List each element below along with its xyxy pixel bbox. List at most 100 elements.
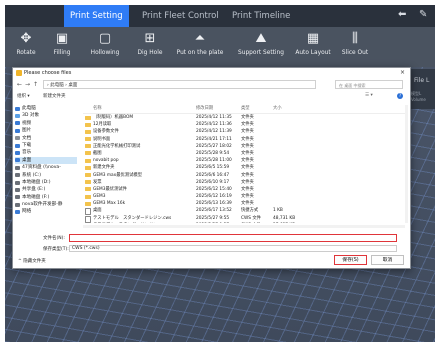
tab-print-setting[interactable]: Print Setting (64, 5, 129, 27)
column-size[interactable]: 大小 (273, 105, 282, 113)
edit-icon[interactable]: ✎ (419, 9, 427, 20)
sidebar-item[interactable]: 视频 (15, 120, 77, 127)
dig-hole-icon: ⊞ (144, 31, 156, 46)
sidebar-item[interactable]: 共享盘 (E:) (15, 186, 77, 193)
location-icon (15, 114, 20, 119)
new-folder-button[interactable]: 新建文件夹 (43, 93, 66, 99)
sidebar-item[interactable]: 桌面 (15, 156, 77, 165)
file-row[interactable]: GEM3 max最优测试模型 2025/6/6 16:47 文件夹 (83, 172, 408, 179)
search-input[interactable]: 在 桌面 中搜索 (335, 80, 403, 89)
filetype-select[interactable]: CWS (*.cws) (69, 245, 397, 252)
file-type: 文件夹 (241, 136, 254, 142)
location-icon (15, 151, 20, 156)
file-row[interactable]: 发票 2025/6/10 9:17 文件夹 (83, 179, 408, 186)
save-button[interactable]: 保存(S) (334, 255, 367, 265)
file-row[interactable]: GEM3 2025/6/12 16:19 文件夹 (83, 193, 408, 200)
rotate-button[interactable]: ✥ Rotate (9, 30, 43, 56)
sidebar-item-label: 文档 (22, 135, 32, 141)
tab-print-timeline[interactable]: Print Timeline (232, 5, 290, 27)
put-on-plate-button[interactable]: ⏶ Put on the plate (171, 30, 229, 56)
file-type: 文件夹 (241, 201, 254, 207)
vertical-scrollbar[interactable] (405, 105, 408, 223)
file-name: GEM3 Max 16k (93, 201, 126, 207)
filling-button[interactable]: ▣ Filling (45, 30, 79, 56)
file-row[interactable]: novabit pop 2025/5/28 11:00 文件夹 (83, 157, 408, 164)
sidebar-item[interactable]: 文档 (15, 135, 77, 142)
file-date: 2025/6/17 13:52 (196, 208, 232, 214)
file-row[interactable]: 截图 2025/5/28 9:54 文件夹 (83, 150, 408, 157)
file-row[interactable]: GEM3最优测试件 2025/6/12 15:40 文件夹 (83, 186, 408, 193)
sidebar-item[interactable]: 网络 (15, 208, 77, 215)
sidebar-item-label: nova软件开发部-静 (22, 202, 63, 208)
column-type[interactable]: 类型 (241, 105, 250, 113)
sidebar-item[interactable]: 下载 (15, 142, 77, 149)
file-list-volume-label: Volume (411, 97, 426, 102)
file-row[interactable]: 新建文件夹 2025/6/5 15:59 文件夹 (83, 164, 408, 171)
file-date: 2025/6/10 9:17 (196, 179, 230, 185)
filetype-row: 保存类型(T): CWS (*.cws) (17, 245, 406, 253)
top-bar: Print Setting Print Fleet Control Print … (5, 5, 435, 27)
file-date: 2025/5/27 9:57 (196, 222, 229, 224)
filename-input[interactable] (69, 234, 397, 242)
sidebar-item-label: 下载 (22, 142, 32, 148)
support-setting-label: Support Setting (238, 48, 284, 56)
back-arrow-icon[interactable]: ⬅ (398, 9, 406, 20)
dig-hole-button[interactable]: ⊞ Dig Hole (131, 30, 169, 56)
file-row[interactable]: GEM3 Max 16k 2025/6/13 16:39 文件夹 (83, 200, 408, 207)
file-row[interactable]: 桌面 2025/6/17 13:52 快捷方式 1 KB (83, 207, 408, 216)
organize-menu[interactable]: 组织 ▾ (17, 93, 30, 99)
file-name: GEM3最优测试件 (93, 186, 127, 192)
sidebar-item[interactable]: 47资料盘 (\\nova- (15, 164, 77, 171)
forward-icon[interactable]: → (25, 81, 30, 88)
column-name[interactable]: 名称 (93, 105, 102, 113)
location-icon (15, 202, 20, 207)
file-row[interactable]: 12月读取 2025/4/12 11:36 文件夹 (83, 121, 408, 128)
filling-icon: ▣ (55, 31, 69, 46)
file-row[interactable]: タコモデル スタンダードレジン.cws 2025/5/27 9:57 CWS 文件 2… (83, 222, 408, 223)
file-row[interactable]: テストモデル スタンダードレジン.cws 2025/5/27 9:55 CWS 文件… (83, 215, 408, 223)
cancel-button[interactable]: 取消 (371, 255, 404, 265)
location-icon (15, 165, 20, 170)
view-options-icon[interactable]: ☰ ▾ (365, 93, 373, 98)
sidebar-item[interactable]: 图片 (15, 127, 77, 134)
slice-out-button[interactable]: ⫼ Slice Out (337, 30, 373, 56)
horizontal-scrollbar[interactable] (83, 225, 405, 228)
sidebar-item[interactable]: nova软件开发部-静 (15, 201, 77, 208)
folder-icon (85, 165, 91, 170)
address-field[interactable]: › 此电脑 › 桌面 (43, 80, 316, 89)
folder-icon (85, 129, 91, 134)
back-icon[interactable]: ← (17, 81, 22, 88)
folder-icon (85, 194, 91, 199)
up-icon[interactable]: ↑ (33, 81, 38, 88)
auto-layout-button[interactable]: ▦ Auto Layout (291, 30, 335, 56)
file-row[interactable]: 正能光化学机械打印测试 2025/5/27 18:02 文件夹 (83, 143, 408, 150)
location-icon (15, 158, 20, 163)
file-row[interactable]: 说明书面 2025/4/21 17:11 文件夹 (83, 136, 408, 143)
close-icon[interactable]: × (400, 68, 405, 78)
tab-print-fleet-control[interactable]: Print Fleet Control (142, 5, 219, 27)
sidebar-item-label: 3D 对象 (22, 113, 40, 119)
hide-folders-toggle[interactable]: ^ 隐藏文件夹 (18, 258, 46, 264)
file-date: 2025/6/13 16:39 (196, 201, 232, 207)
help-icon[interactable]: ? (397, 93, 403, 99)
hollowing-button[interactable]: ▢ Hollowing (83, 30, 127, 56)
sidebar-item[interactable]: 此电脑 (15, 105, 77, 112)
file-date: 2025/6/12 16:19 (196, 194, 232, 200)
file-row[interactable]: 设备参数文件 2025/4/12 11:39 文件夹 (83, 128, 408, 135)
auto-layout-label: Auto Layout (295, 48, 331, 56)
sidebar-item[interactable]: 本地磁盘 (F:) (15, 194, 77, 201)
file-row[interactable]: （制版码）机器BOM 2025/4/12 11:35 文件夹 (83, 114, 408, 121)
file-type: 文件夹 (241, 150, 254, 156)
sidebar-item[interactable]: 系统 (C:) (15, 172, 77, 179)
column-date[interactable]: 修改日期 (196, 105, 213, 113)
sidebar-item[interactable]: 音乐 (15, 149, 77, 156)
file-name: タコモデル スタンダードレジン.cws (93, 222, 167, 224)
file-list: 名称 修改日期 类型 大小 （制版码）机器BOM 2025/4/12 11:35 文… (83, 105, 408, 223)
sidebar-item[interactable]: 本地磁盘 (D:) (15, 179, 77, 186)
sidebar-item[interactable]: 3D 对象 (15, 112, 77, 119)
filename-row: 文件名(N): (17, 234, 406, 243)
file-save-dialog: Please choose files × ← → ↑ › 此电脑 › 桌面 在… (12, 67, 411, 269)
support-setting-button[interactable]: ⛰ Support Setting (232, 30, 290, 56)
file-date: 2025/4/21 17:11 (196, 136, 232, 142)
dialog-title-bar: Please choose files × (13, 68, 410, 78)
